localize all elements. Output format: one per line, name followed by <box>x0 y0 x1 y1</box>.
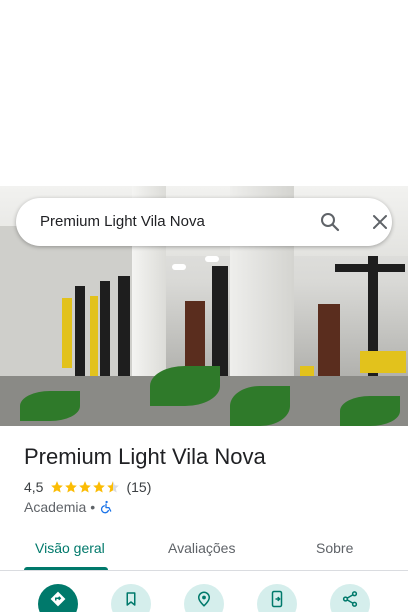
photo-light <box>205 256 219 262</box>
tab-reviews[interactable]: Avaliações <box>168 540 235 556</box>
close-icon[interactable] <box>368 210 392 234</box>
search-input[interactable]: Premium Light Vila Nova <box>40 213 205 230</box>
separator: • <box>90 499 96 515</box>
photo-light <box>172 264 186 270</box>
save-button[interactable] <box>111 584 151 612</box>
action-row <box>0 584 408 612</box>
photo-plant <box>150 366 220 406</box>
tab-bar: Visão geral Avaliações Sobre <box>0 528 408 571</box>
search-icon[interactable] <box>318 210 342 234</box>
photo-machine-yellow <box>360 351 406 373</box>
category-row: Academia • <box>24 499 113 515</box>
photo-door <box>318 304 340 379</box>
half-star-icon <box>107 481 120 493</box>
rating-value: 4,5 <box>24 479 44 495</box>
send-to-phone-button[interactable] <box>257 584 297 612</box>
tab-about[interactable]: Sobre <box>316 540 353 556</box>
rating-stars <box>50 480 120 494</box>
place-category: Academia <box>24 499 87 515</box>
share-button[interactable] <box>330 584 370 612</box>
star-icon <box>65 481 78 493</box>
wheelchair-accessible-icon <box>101 500 112 514</box>
bookmark-icon <box>126 592 136 606</box>
active-tab-indicator <box>24 567 108 570</box>
place-title: Premium Light Vila Nova <box>24 444 266 469</box>
star-icon <box>93 481 106 493</box>
tab-overview[interactable]: Visão geral <box>35 540 105 556</box>
review-count[interactable]: (15) <box>126 479 151 495</box>
send-to-phone-icon <box>271 590 283 608</box>
photo-plant <box>20 391 80 421</box>
photo-machine-yellow <box>90 296 98 376</box>
search-bar[interactable]: Premium Light Vila Nova <box>16 198 392 246</box>
photo-plant <box>230 386 290 426</box>
nearby-icon <box>197 591 211 607</box>
photo-plant <box>340 396 400 426</box>
rating-row[interactable]: 4,5 (15) <box>24 479 151 495</box>
star-icon <box>79 481 92 493</box>
directions-icon <box>50 591 66 607</box>
star-icon <box>51 481 64 493</box>
directions-button[interactable] <box>38 584 78 612</box>
photo-machine-yellow <box>62 298 72 368</box>
share-icon <box>342 591 358 607</box>
nearby-button[interactable] <box>184 584 224 612</box>
